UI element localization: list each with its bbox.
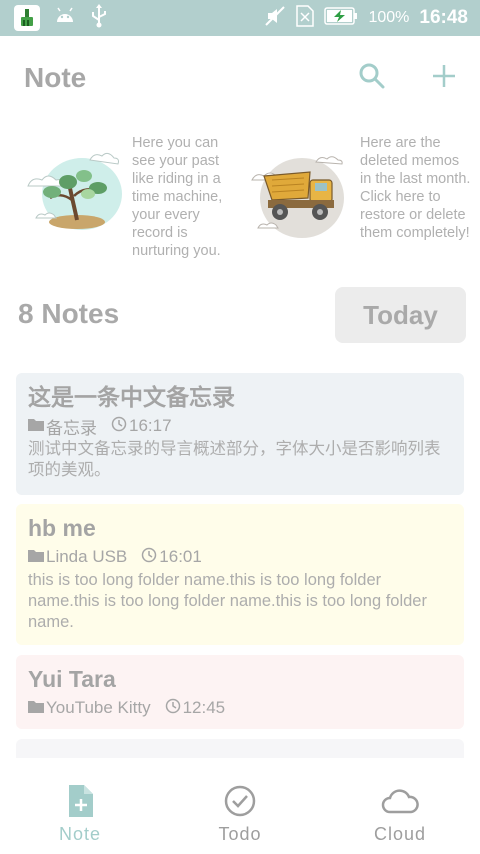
folder-name: 备忘录	[46, 418, 97, 438]
note-title: 这是一条中文备忘录	[28, 384, 235, 410]
note-description: 测试中文备忘录的导言概述部分，字体大小是否影响列表项的美观。	[28, 440, 441, 479]
folder-icon	[28, 547, 46, 567]
note-meta: 备忘录 16:17	[28, 414, 452, 439]
today-button[interactable]: Today	[335, 287, 466, 343]
usb-icon	[90, 3, 108, 33]
page-title: Note	[24, 62, 87, 93]
time-machine-text: Here you can see your past like riding i…	[132, 135, 223, 259]
bottom-navigation: Note Todo Cloud	[0, 758, 480, 854]
android-icon	[54, 6, 76, 31]
note-card[interactable]	[16, 739, 464, 758]
note-time: 16:17	[111, 416, 172, 437]
note-title: Yui Tara	[28, 666, 116, 692]
tab-todo-label: Todo	[218, 824, 262, 844]
note-description: this is too long folder name.this is too…	[28, 571, 427, 631]
battery-charging-icon	[324, 6, 358, 30]
tab-cloud[interactable]: Cloud	[320, 758, 480, 854]
time-machine-banner[interactable]: Here you can see your past like riding i…	[22, 128, 232, 268]
search-button[interactable]	[354, 60, 390, 96]
note-card[interactable]: 这是一条中文备忘录 备忘录 16:17 测试中文备忘录的导言概述部分，字体大小是…	[16, 373, 464, 495]
note-list[interactable]: 这是一条中文备忘录 备忘录 16:17 测试中文备忘录的导言概述部分，字体大小是…	[16, 373, 464, 758]
folder-name: YouTube Kitty	[46, 698, 151, 717]
mute-icon	[264, 5, 286, 32]
clock: 16:48	[419, 7, 468, 28]
note-meta: Linda USB 16:01	[28, 546, 452, 568]
note-folder: YouTube Kitty	[28, 698, 151, 718]
note-card[interactable]: hb me Linda USB 16:01 this is too long f…	[16, 504, 464, 645]
note-folder: Linda USB	[28, 547, 127, 567]
banner-row: Here you can see your past like riding i…	[0, 128, 480, 268]
tab-note[interactable]: Note	[0, 758, 160, 854]
note-card[interactable]: Yui Tara YouTube Kitty 12:45	[16, 655, 464, 729]
add-note-button[interactable]	[426, 60, 462, 96]
tab-note-label: Note	[58, 824, 102, 844]
search-icon	[358, 62, 386, 95]
clock-icon	[165, 698, 183, 719]
clock-icon	[111, 416, 129, 437]
folder-name: Linda USB	[46, 547, 128, 566]
folder-icon	[28, 698, 46, 718]
folder-icon	[28, 416, 46, 436]
note-add-icon	[67, 784, 93, 818]
cloud-icon	[381, 784, 419, 818]
tree-illustration	[22, 144, 126, 254]
app-cleaner-icon	[14, 5, 40, 31]
check-circle-icon	[224, 784, 256, 818]
battery-percent: 100%	[368, 9, 410, 26]
plus-icon	[431, 63, 457, 94]
tab-todo[interactable]: Todo	[160, 758, 320, 854]
app-header: Note	[0, 36, 480, 122]
dump-truck-illustration	[250, 150, 354, 260]
note-time: 16:01	[141, 547, 202, 568]
recycle-bin-text: Here are the deleted memos in the last m…	[360, 135, 471, 241]
time-value: 12:45	[182, 698, 226, 717]
status-bar: 100% 16:48	[0, 0, 480, 36]
note-meta: YouTube Kitty 12:45	[28, 697, 452, 719]
note-folder: 备忘录	[28, 414, 97, 439]
notes-count: 8 Notes	[18, 298, 120, 329]
time-value: 16:01	[159, 547, 202, 566]
recycle-bin-banner[interactable]: Here are the deleted memos in the last m…	[250, 128, 472, 268]
note-title: hb me	[28, 515, 96, 541]
time-value: 16:17	[129, 416, 172, 435]
no-sim-icon	[296, 4, 315, 32]
note-time: 12:45	[165, 698, 226, 719]
clock-icon	[141, 547, 159, 568]
tab-cloud-label: Cloud	[373, 824, 427, 844]
